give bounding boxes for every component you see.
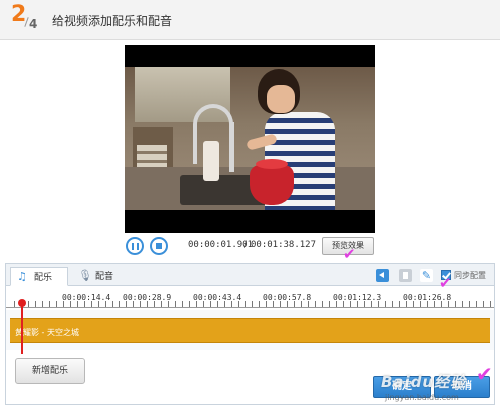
step-header: 2 4 给视频添加配乐和配音: [0, 0, 500, 40]
checkmark-annotation-icon: ✔: [343, 245, 356, 263]
add-music-button[interactable]: 新增配乐: [15, 358, 85, 384]
playhead[interactable]: [21, 304, 23, 354]
speaker-icon[interactable]: [376, 269, 389, 282]
microphone-icon: 🎙: [78, 269, 92, 282]
music-track: 黄耀影 - 天空之城: [6, 310, 494, 350]
pause-button[interactable]: [126, 237, 144, 255]
music-clip[interactable]: 黄耀影 - 天空之城: [10, 318, 490, 343]
tab-music[interactable]: ♫ 配乐: [10, 267, 68, 286]
watermark-sub: jingyan.baidu.com: [385, 393, 459, 402]
trash-icon[interactable]: [399, 269, 412, 282]
tab-dubbing[interactable]: 🎙 配音: [72, 267, 130, 286]
music-note-icon: ♫: [17, 270, 27, 283]
step-current: 2: [11, 2, 27, 27]
tab-dubbing-label: 配音: [95, 272, 114, 282]
watermark-main: Baidu经验: [381, 373, 467, 391]
total-time: 00:01:38.127: [251, 240, 317, 250]
step-total: 4: [29, 17, 38, 31]
video-preview[interactable]: [125, 45, 375, 233]
page-title: 给视频添加配乐和配音: [52, 14, 173, 28]
video-frame-image: [125, 67, 375, 210]
broom-icon[interactable]: ✎: [420, 269, 433, 282]
ruler-baseline: [6, 307, 494, 308]
timeline-ruler[interactable]: 00:00:14.4 00:00:28.9 00:00:43.4 00:00:5…: [6, 287, 494, 309]
video-editor-screen: 2 4 给视频添加配乐和配音 00:00:01.901 / 00:01:38.1…: [0, 0, 500, 410]
music-clip-label: 黄耀影 - 天空之城: [15, 328, 79, 337]
editor-tab-bar: ♫ 配乐 🎙 配音 ✎ 同步配置 ✔: [6, 264, 494, 291]
stop-icon: [156, 243, 162, 249]
baidu-watermark: Baidu经验 jingyan.baidu.com: [381, 371, 493, 405]
stop-button[interactable]: [150, 237, 168, 255]
time-separator: /: [244, 240, 248, 250]
tab-music-label: 配乐: [34, 273, 53, 283]
pause-icon: [132, 243, 139, 250]
sync-config-label: 同步配置: [454, 271, 486, 280]
